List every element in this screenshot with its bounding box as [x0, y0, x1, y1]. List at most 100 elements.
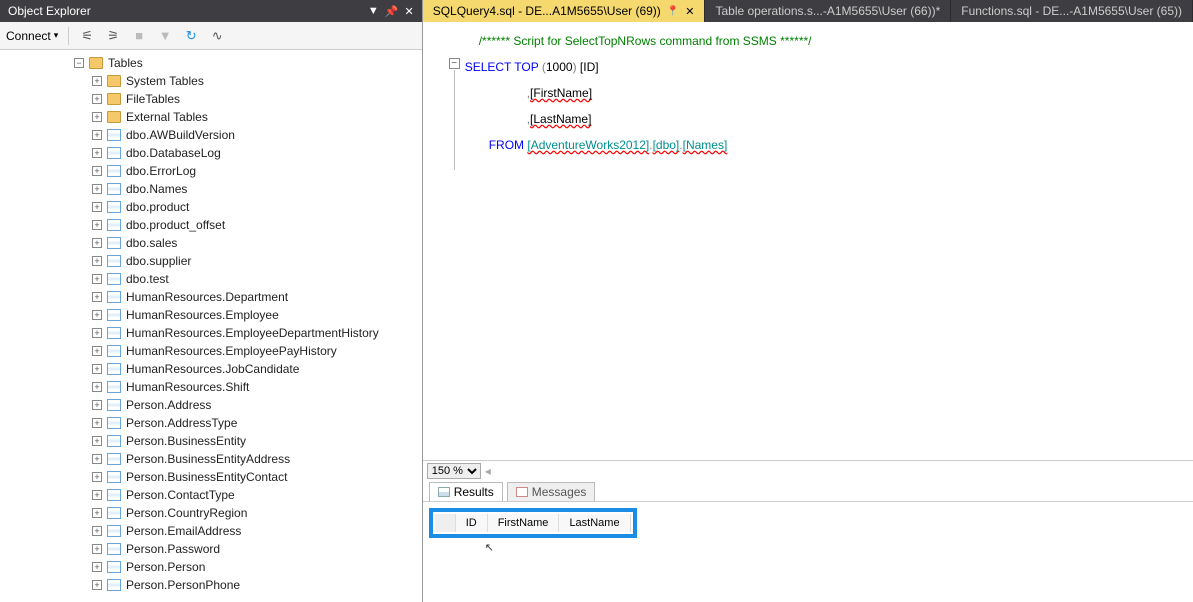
expand-toggle[interactable] [92, 328, 102, 338]
expand-toggle[interactable] [92, 382, 102, 392]
tab-messages-label: Messages [532, 485, 587, 499]
expand-toggle[interactable] [92, 202, 102, 212]
folder-label: Tables [108, 56, 143, 70]
dropdown-icon[interactable]: ▼ [368, 5, 379, 17]
expand-toggle[interactable] [92, 526, 102, 536]
table-item[interactable]: dbo.test [92, 270, 422, 288]
table-item[interactable]: HumanResources.Shift [92, 378, 422, 396]
disconnect-icon[interactable]: ⚟ [79, 28, 95, 44]
object-explorer-header: Object Explorer ▼ 📌 ✕ [0, 0, 422, 22]
table-item[interactable]: HumanResources.EmployeeDepartmentHistory [92, 324, 422, 342]
table-item[interactable]: Person.PersonPhone [92, 576, 422, 594]
folder-icon [107, 75, 121, 87]
expand-toggle[interactable] [92, 94, 102, 104]
chevron-left-icon[interactable]: ◂ [485, 464, 491, 478]
expand-toggle[interactable] [92, 184, 102, 194]
outline-collapse-icon[interactable]: − [449, 58, 460, 69]
expand-toggle[interactable] [92, 580, 102, 590]
table-item[interactable]: dbo.sales [92, 234, 422, 252]
expand-toggle[interactable] [92, 472, 102, 482]
folder-icon [107, 111, 121, 123]
result-column-header[interactable]: ID [455, 514, 487, 532]
table-label: dbo.DatabaseLog [126, 146, 221, 160]
results-grid[interactable]: IDFirstNameLastName [429, 508, 637, 538]
expand-toggle[interactable] [92, 418, 102, 428]
table-item[interactable]: Person.Password [92, 540, 422, 558]
table-item[interactable]: HumanResources.Employee [92, 306, 422, 324]
table-item[interactable]: Person.Address [92, 396, 422, 414]
table-item[interactable]: Person.BusinessEntity [92, 432, 422, 450]
table-item[interactable]: Person.AddressType [92, 414, 422, 432]
expand-toggle[interactable] [92, 562, 102, 572]
disconnect-all-icon[interactable]: ⚞ [105, 28, 121, 44]
expand-toggle[interactable] [92, 292, 102, 302]
expand-toggle[interactable] [92, 112, 102, 122]
document-tab[interactable]: Table operations.s...-A1M5655\User (66))… [705, 0, 951, 22]
subfolder-item[interactable]: FileTables [92, 90, 422, 108]
zoom-select[interactable]: 150 % [427, 463, 481, 479]
table-item[interactable]: dbo.supplier [92, 252, 422, 270]
pin-icon[interactable]: 📍 [667, 6, 679, 17]
table-item[interactable]: dbo.AWBuildVersion [92, 126, 422, 144]
folder-tables[interactable]: Tables [74, 54, 422, 72]
expand-toggle[interactable] [92, 454, 102, 464]
expand-toggle[interactable] [92, 220, 102, 230]
pin-icon[interactable]: 📌 [385, 5, 399, 18]
expand-toggle[interactable] [92, 544, 102, 554]
table-label: dbo.sales [126, 236, 177, 250]
row-header-blank [435, 514, 456, 532]
document-tab[interactable]: Functions.sql - DE...-A1M5655\User (65)) [951, 0, 1193, 22]
expand-toggle[interactable] [92, 400, 102, 410]
table-item[interactable]: Person.EmailAddress [92, 522, 422, 540]
document-tab[interactable]: SQLQuery4.sql - DE...A1M5655\User (69))📍… [423, 0, 706, 22]
table-item[interactable]: Person.BusinessEntityContact [92, 468, 422, 486]
tree-view[interactable]: Tables System Tables FileTablesExternal T… [0, 50, 422, 602]
table-item[interactable]: HumanResources.Department [92, 288, 422, 306]
table-item[interactable]: Person.CountryRegion [92, 504, 422, 522]
table-icon [107, 453, 121, 465]
expand-toggle[interactable] [92, 238, 102, 248]
result-column-header[interactable]: FirstName [487, 514, 559, 532]
table-item[interactable]: Person.Person [92, 558, 422, 576]
table-icon [107, 345, 121, 357]
expand-toggle[interactable] [92, 364, 102, 374]
stop-icon[interactable]: ■ [131, 28, 147, 44]
expand-toggle[interactable] [92, 256, 102, 266]
expand-toggle[interactable] [92, 130, 102, 140]
table-item[interactable]: Person.ContactType [92, 486, 422, 504]
table-item[interactable]: HumanResources.EmployeePayHistory [92, 342, 422, 360]
result-column-header[interactable]: LastName [559, 514, 630, 532]
activity-icon[interactable]: ∿ [209, 28, 225, 44]
table-item[interactable]: dbo.product [92, 198, 422, 216]
tab-results[interactable]: Results [429, 482, 503, 501]
table-item[interactable]: HumanResources.JobCandidate [92, 360, 422, 378]
table-label: dbo.test [126, 272, 169, 286]
expand-toggle[interactable] [92, 490, 102, 500]
expand-toggle[interactable] [92, 346, 102, 356]
messages-icon [516, 487, 528, 497]
table-item[interactable]: dbo.DatabaseLog [92, 144, 422, 162]
expand-toggle[interactable] [92, 436, 102, 446]
expand-toggle[interactable] [92, 148, 102, 158]
subfolder-item[interactable]: System Tables [92, 72, 422, 90]
folder-label: System Tables [126, 74, 204, 88]
table-icon [107, 273, 121, 285]
table-item[interactable]: Person.BusinessEntityAddress [92, 450, 422, 468]
expand-toggle[interactable] [92, 508, 102, 518]
subfolder-item[interactable]: External Tables [92, 108, 422, 126]
close-icon[interactable]: ✕ [685, 5, 694, 18]
expand-toggle[interactable] [92, 166, 102, 176]
table-item[interactable]: dbo.ErrorLog [92, 162, 422, 180]
connect-button[interactable]: Connect [6, 29, 58, 43]
close-icon[interactable]: ✕ [404, 5, 413, 18]
expand-toggle[interactable] [92, 310, 102, 320]
expand-toggle[interactable] [92, 274, 102, 284]
table-item[interactable]: dbo.Names [92, 180, 422, 198]
tab-messages[interactable]: Messages [507, 482, 596, 501]
expand-toggle[interactable] [92, 76, 102, 86]
refresh-icon[interactable]: ↻ [183, 28, 199, 44]
table-item[interactable]: dbo.product_offset [92, 216, 422, 234]
filter-icon[interactable]: ▼ [157, 28, 173, 44]
sql-editor[interactable]: − /****** Script for SelectTopNRows comm… [423, 22, 1193, 460]
expand-toggle[interactable] [74, 58, 84, 68]
